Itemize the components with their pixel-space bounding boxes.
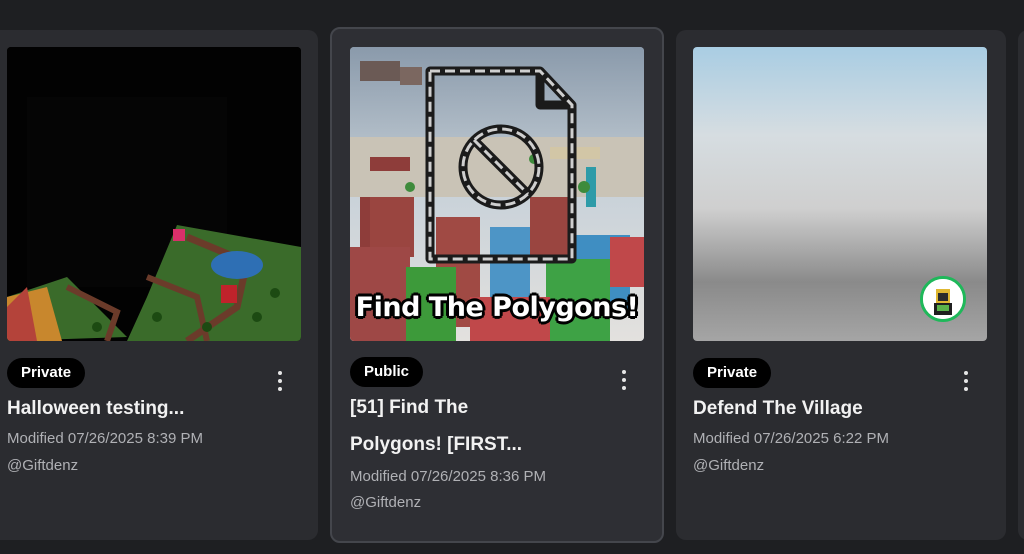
creator-name[interactable]: @Giftdenz bbox=[350, 494, 421, 511]
modified-date: Modified 07/26/2025 8:39 PM bbox=[7, 430, 203, 447]
visibility-badge: Private bbox=[693, 358, 772, 388]
creator-name[interactable]: @Giftdenz bbox=[693, 457, 764, 474]
experience-thumbnail[interactable] bbox=[7, 47, 301, 341]
experiences-grid: Private Halloween testing... Modified 07… bbox=[0, 0, 1024, 554]
experience-thumbnail[interactable]: Find The Polygons! bbox=[350, 47, 644, 341]
modified-date: Modified 07/26/2025 8:36 PM bbox=[350, 468, 546, 485]
experience-title-line-1[interactable]: [51] Find The bbox=[350, 389, 640, 426]
experience-title[interactable]: Defend The Village bbox=[693, 390, 983, 427]
avatar-icon[interactable] bbox=[920, 276, 966, 322]
halloween-scene-image bbox=[7, 47, 301, 341]
experience-title-line-2[interactable]: Polygons! [FIRST... bbox=[350, 426, 640, 463]
experience-title[interactable]: Halloween testing... bbox=[7, 390, 297, 427]
modified-date: Modified 07/26/2025 6:22 PM bbox=[693, 430, 889, 447]
thumbnail-caption: Find The Polygons! bbox=[355, 292, 639, 323]
visibility-badge: Public bbox=[350, 357, 424, 387]
visibility-badge: Private bbox=[7, 358, 86, 388]
creator-name[interactable]: @Giftdenz bbox=[7, 457, 78, 474]
experience-card-halloween[interactable]: Private Halloween testing... Modified 07… bbox=[0, 30, 318, 540]
experience-card-find-the-polygons[interactable]: Find The Polygons! Public [51] Find The … bbox=[330, 27, 664, 543]
experience-card-defend-the-village[interactable]: Private Defend The Village Modified 07/2… bbox=[676, 30, 1006, 540]
experience-card-partial[interactable] bbox=[1018, 30, 1024, 540]
experience-thumbnail[interactable] bbox=[693, 47, 987, 341]
